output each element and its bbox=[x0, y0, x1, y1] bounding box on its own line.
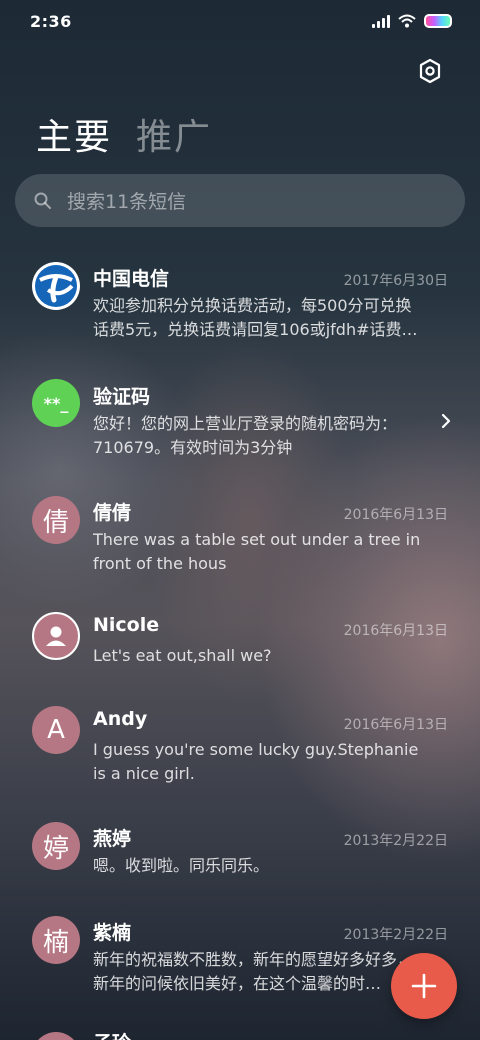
message-preview: Let's eat out,shall we? bbox=[93, 646, 272, 665]
contact-name: 子玲 bbox=[93, 1028, 131, 1040]
message-preview: front of the hous bbox=[93, 554, 227, 573]
chevron-right-icon[interactable] bbox=[440, 412, 452, 430]
message-preview: I guess you're some lucky guy.Stephanie bbox=[93, 740, 419, 759]
status-time: 2:36 bbox=[30, 11, 72, 31]
message-date: 2013年2月22日 bbox=[343, 833, 448, 849]
message-date: 2016年6月13日 bbox=[343, 623, 448, 639]
plus-icon bbox=[411, 973, 437, 999]
signal-icon bbox=[372, 14, 390, 28]
avatar: 倩 bbox=[32, 496, 80, 544]
avatar: 楠 bbox=[32, 916, 80, 964]
message-date: 2017年6月30日 bbox=[343, 273, 448, 289]
message-preview: 话费5元，兑换话费请回复106或jfdh#话费… bbox=[93, 320, 418, 339]
message-date: 2013年2月22日 bbox=[343, 927, 448, 943]
message-date: 2016年6月13日 bbox=[343, 717, 448, 733]
conversation-item[interactable]: A Andy 2016年6月13日 I guess you're some lu… bbox=[0, 696, 480, 806]
message-preview: 欢迎参加积分兑换话费活动，每500分可兑换 bbox=[93, 296, 412, 315]
avatar: A bbox=[32, 706, 80, 754]
avatar bbox=[32, 1032, 80, 1040]
tab-promotions[interactable]: 推广 bbox=[136, 108, 212, 160]
conversation-item[interactable]: 婷 燕婷 2013年2月22日 嗯。收到啦。同乐同乐。 bbox=[0, 812, 480, 902]
contact-name: 紫楠 bbox=[93, 922, 132, 944]
contact-name: 燕婷 bbox=[93, 828, 132, 850]
tab-bar: 主要 推广 bbox=[36, 108, 212, 160]
conversation-item[interactable]: 子玲 bbox=[0, 1024, 480, 1040]
message-preview: There was a table set out under a tree i… bbox=[93, 530, 421, 549]
gear-icon bbox=[419, 58, 441, 84]
battery-icon bbox=[424, 14, 452, 28]
search-placeholder: 搜索11条短信 bbox=[67, 191, 187, 213]
contact-name: 验证码 bbox=[93, 386, 151, 408]
message-preview: is a nice girl. bbox=[93, 764, 195, 783]
contact-name: Andy bbox=[93, 708, 148, 730]
wifi-icon bbox=[398, 14, 416, 28]
message-preview: 嗯。收到啦。同乐同乐。 bbox=[93, 856, 270, 875]
search-input[interactable]: 搜索11条短信 bbox=[15, 174, 465, 227]
conversation-item[interactable]: Nicole 2016年6月13日 Let's eat out,shall we… bbox=[0, 602, 480, 692]
contact-name: Nicole bbox=[93, 614, 160, 636]
message-date: 2016年6月13日 bbox=[343, 507, 448, 523]
message-preview: 您好！您的网上营业厅登录的随机密码为： bbox=[93, 414, 398, 433]
status-bar: 2:36 bbox=[0, 0, 480, 42]
search-icon bbox=[34, 192, 51, 209]
status-icons bbox=[372, 14, 452, 28]
conversation-item[interactable]: **_ 验证码 您好！您的网上营业厅登录的随机密码为： 710679。有效时间为… bbox=[0, 370, 480, 480]
avatar: 婷 bbox=[32, 822, 80, 870]
conversation-item[interactable]: 倩 倩倩 2016年6月13日 There was a table set ou… bbox=[0, 486, 480, 596]
person-icon bbox=[32, 612, 80, 660]
contact-name: 倩倩 bbox=[93, 502, 132, 524]
telecom-logo-icon bbox=[32, 262, 80, 310]
contact-name: 中国电信 bbox=[93, 268, 170, 290]
conversation-item[interactable]: 中国电信 2017年6月30日 欢迎参加积分兑换话费活动，每500分可兑换 话费… bbox=[0, 252, 480, 362]
message-preview: 710679。有效时间为3分钟 bbox=[93, 438, 293, 457]
settings-button[interactable] bbox=[412, 54, 448, 88]
compose-button[interactable] bbox=[391, 953, 457, 1019]
tab-primary[interactable]: 主要 bbox=[36, 108, 112, 160]
verification-avatar: **_ bbox=[32, 379, 80, 427]
